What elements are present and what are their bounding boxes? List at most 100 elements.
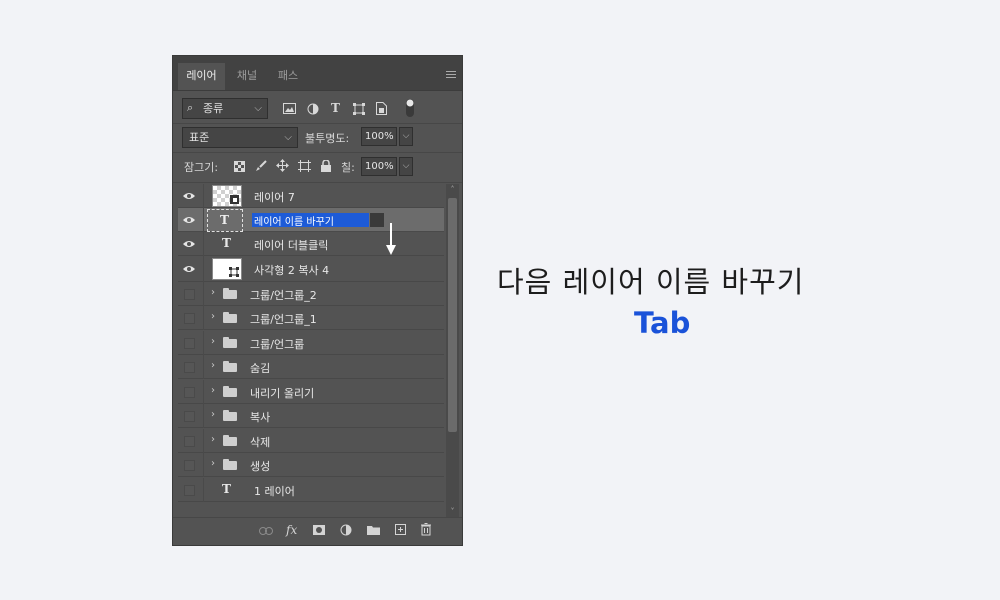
down-arrow-icon	[386, 223, 396, 255]
divider	[203, 429, 204, 453]
folder-icon	[223, 386, 237, 397]
visibility-off-box[interactable]	[184, 485, 195, 496]
lock-all-icon[interactable]	[321, 160, 331, 172]
lock-artboard-icon[interactable]	[298, 160, 311, 172]
visibility-off-box[interactable]	[184, 362, 195, 373]
filter-toggle-icon[interactable]	[406, 99, 414, 117]
filter-kind-label: 종류	[203, 102, 224, 115]
new-layer-icon[interactable]	[395, 524, 406, 538]
fill-dropdown-icon[interactable]: ⌵	[399, 157, 413, 176]
fill-input[interactable]: 100%	[361, 157, 397, 176]
lock-image-brush-icon[interactable]	[255, 160, 267, 172]
group-row[interactable]: › 생성	[178, 453, 444, 477]
layer-name-input[interactable]: 레이어 이름 바꾸기	[254, 213, 334, 228]
visibility-off-box[interactable]	[184, 338, 195, 349]
divider	[203, 306, 204, 330]
smart-object-filter-icon[interactable]	[376, 102, 387, 115]
lock-row: 잠그기: 칠: 100% ⌵	[173, 152, 462, 183]
group-name: 숨김	[250, 362, 271, 375]
chevron-right-icon[interactable]: ›	[211, 385, 215, 396]
pixel-filter-icon[interactable]	[283, 103, 296, 114]
chevron-right-icon[interactable]: ›	[211, 434, 215, 445]
divider	[203, 380, 204, 404]
group-row[interactable]: › 숨김	[178, 355, 444, 379]
tab-channels[interactable]: 채널	[228, 63, 266, 90]
search-icon: ⌕	[187, 101, 194, 114]
opacity-dropdown-icon[interactable]: ⌵	[399, 127, 413, 146]
panel-menu-icon[interactable]	[446, 71, 456, 80]
scroll-down-icon[interactable]: ˅	[446, 507, 459, 516]
layer-thumbnail	[212, 185, 242, 207]
divider	[203, 208, 204, 232]
adjustment-filter-icon[interactable]	[307, 103, 319, 115]
type-filter-icon[interactable]: T	[331, 101, 340, 115]
tab-layers[interactable]: 레이어	[178, 63, 225, 90]
group-name: 삭제	[250, 436, 271, 449]
chevron-right-icon[interactable]: ›	[211, 458, 215, 469]
visibility-eye-icon[interactable]	[182, 213, 196, 227]
panel-tabbar: 레이어 채널 패스	[173, 56, 462, 91]
group-row[interactable]: › 그룹/언그룹_1	[178, 306, 444, 330]
visibility-eye-icon[interactable]	[182, 189, 196, 203]
layers-scrollbar[interactable]: ˄ ˅	[446, 184, 459, 517]
layer-row[interactable]: 레이어 7	[178, 184, 444, 208]
folder-icon	[223, 288, 237, 299]
divider	[203, 453, 204, 477]
blend-mode-select[interactable]: 표준 ⌵	[182, 127, 298, 148]
type-layer-icon: T	[222, 236, 231, 250]
layer-row[interactable]: 사각형 2 복사 4	[178, 256, 444, 282]
visibility-eye-icon[interactable]	[182, 262, 196, 276]
folder-icon[interactable]	[367, 525, 380, 539]
group-row[interactable]: › 내리기 올리기	[178, 380, 444, 404]
folder-icon	[223, 361, 237, 372]
filter-row: ⌕ 종류 ⌵ T	[173, 91, 462, 124]
lock-label: 잠그기:	[184, 161, 219, 174]
chevron-right-icon[interactable]: ›	[211, 409, 215, 420]
visibility-off-box[interactable]	[184, 460, 195, 471]
group-row[interactable]: › 그룹/언그룹	[178, 331, 444, 355]
link-icon[interactable]	[259, 527, 273, 541]
trash-icon[interactable]	[421, 523, 431, 537]
visibility-off-box[interactable]	[184, 436, 195, 447]
layers-list: 레이어 7 T 레이어 이름 바꾸기 T 레이어 더블클릭 사각형 2 복사 4	[178, 184, 444, 517]
fx-icon[interactable]: fx	[286, 523, 297, 537]
divider	[203, 282, 204, 306]
mask-icon[interactable]	[313, 525, 325, 539]
scroll-up-icon[interactable]: ˄	[446, 185, 459, 194]
group-row[interactable]: › 삭제	[178, 429, 444, 453]
shape-filter-icon[interactable]	[353, 103, 365, 115]
visibility-eye-icon[interactable]	[182, 237, 196, 251]
chevron-right-icon[interactable]: ›	[211, 360, 215, 371]
chevron-right-icon[interactable]: ›	[211, 336, 215, 347]
scrollbar-thumb[interactable]	[448, 198, 457, 432]
tab-paths[interactable]: 패스	[269, 63, 307, 90]
text-cursor-field	[370, 213, 384, 227]
fill-label: 칠:	[341, 161, 355, 174]
layer-row-selected[interactable]: T 레이어 이름 바꾸기	[178, 208, 444, 232]
group-row[interactable]: › 그룹/언그룹_2	[178, 282, 444, 306]
visibility-off-box[interactable]	[184, 313, 195, 324]
adjustment-icon[interactable]	[340, 524, 352, 538]
chevron-right-icon[interactable]: ›	[211, 287, 215, 298]
chevron-down-icon: ⌵	[254, 103, 262, 114]
layer-row[interactable]: T 레이어 더블클릭	[178, 232, 444, 256]
text-layer-thumbnail: T	[207, 209, 243, 232]
divider	[203, 478, 204, 502]
chevron-right-icon[interactable]: ›	[211, 311, 215, 322]
layer-name: 레이어 더블클릭	[254, 239, 329, 252]
visibility-off-box[interactable]	[184, 289, 195, 300]
layers-footer-toolbar: fx	[173, 517, 462, 546]
folder-icon	[223, 337, 237, 348]
layer-row[interactable]: T 1 레이어	[178, 478, 444, 502]
layer-name: 1 레이어	[254, 485, 295, 498]
divider	[203, 184, 204, 208]
lock-transparency-icon[interactable]	[234, 161, 245, 172]
visibility-off-box[interactable]	[184, 411, 195, 422]
visibility-off-box[interactable]	[184, 387, 195, 398]
layers-panel: 레이어 채널 패스 ⌕ 종류 ⌵ T 표준 ⌵ 불투명도: 100% ⌵ 잠그기…	[172, 55, 463, 546]
opacity-input[interactable]: 100%	[361, 127, 397, 146]
lock-position-move-icon[interactable]	[276, 159, 289, 172]
smart-object-badge-icon	[230, 195, 239, 204]
filter-kind-select[interactable]: ⌕ 종류 ⌵	[182, 98, 268, 119]
group-row[interactable]: › 복사	[178, 404, 444, 428]
